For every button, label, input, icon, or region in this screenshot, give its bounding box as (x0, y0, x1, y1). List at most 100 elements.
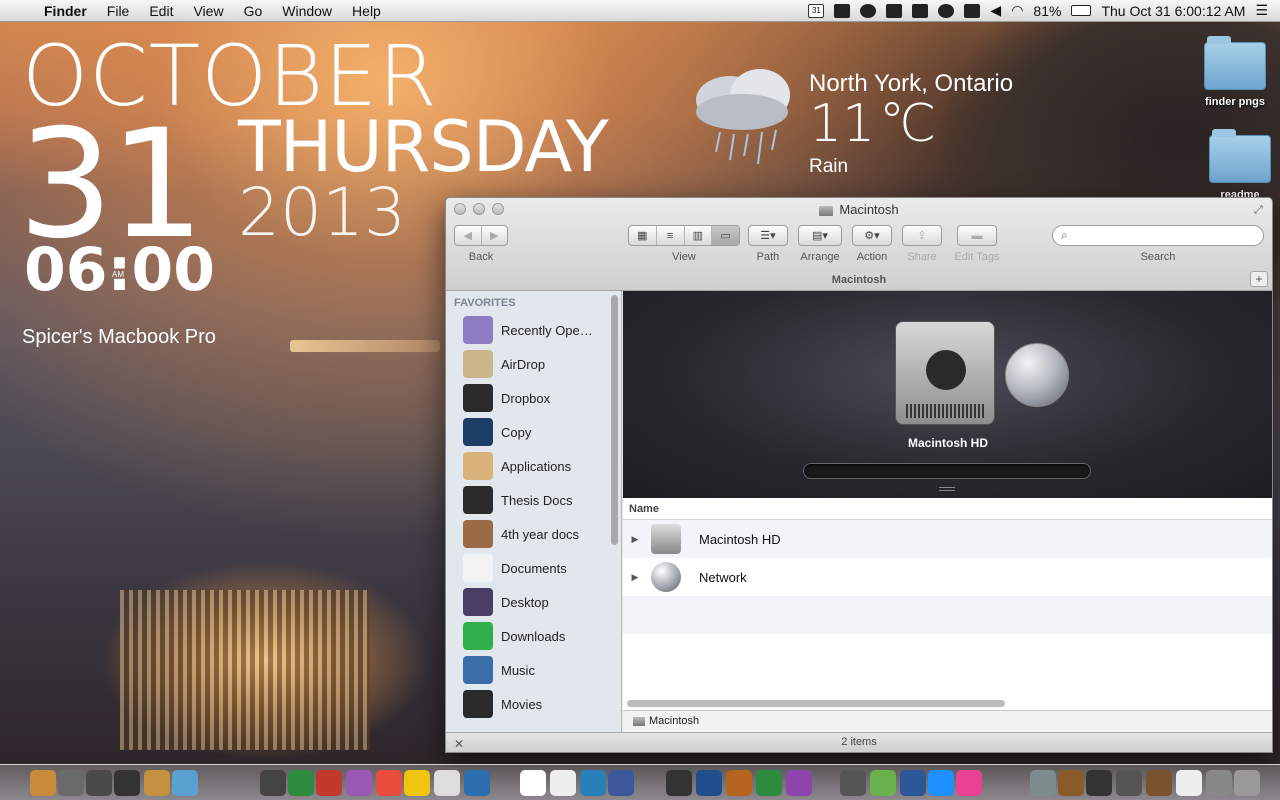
dock-app-icon[interactable] (58, 770, 84, 796)
sidebar-item-desktop[interactable]: Desktop (446, 585, 621, 619)
share-icon[interactable]: ⇪ (903, 226, 941, 245)
network-globe-icon[interactable] (1005, 343, 1069, 407)
dock-app-icon[interactable] (404, 770, 430, 796)
dock-app-icon[interactable] (288, 770, 314, 796)
path-button[interactable]: ☰▾ (749, 226, 787, 245)
user-icon[interactable] (964, 3, 981, 18)
sidebar-item-music[interactable]: Music (446, 653, 621, 687)
cover-flow-scrollbar[interactable] (803, 463, 1091, 479)
dock-app-icon[interactable] (30, 770, 56, 796)
dock-app-icon[interactable] (260, 770, 286, 796)
volume-icon[interactable]: ◀ (990, 2, 1001, 19)
gear-icon[interactable]: ⚙▾ (853, 226, 891, 245)
dock-app-icon[interactable] (1030, 770, 1056, 796)
dropbox-menu-icon[interactable] (834, 3, 851, 18)
dock-app-icon[interactable] (1234, 770, 1260, 796)
dock-app-icon[interactable] (550, 770, 576, 796)
dock-app-icon[interactable] (840, 770, 866, 796)
desktop-folder-readme[interactable]: readme (1200, 129, 1280, 201)
dock-app-icon[interactable] (666, 770, 692, 796)
dock-app-icon[interactable] (726, 770, 752, 796)
dock-app-icon[interactable] (144, 770, 170, 796)
battery-percent[interactable]: 81% (1033, 3, 1061, 19)
icon-view-icon[interactable]: ▦ (629, 226, 657, 245)
dock-app-icon[interactable] (900, 770, 926, 796)
wifi-icon[interactable]: ◠ (1011, 2, 1023, 19)
sidebar-scrollbar[interactable] (611, 295, 618, 545)
sidebar-item-airdrop[interactable]: AirDrop (446, 347, 621, 381)
sidebar-item-downloads[interactable]: Downloads (446, 619, 621, 653)
menu-view[interactable]: View (183, 3, 233, 19)
dock-app-icon[interactable] (376, 770, 402, 796)
menu-extras: 31 ◀ ◠ 81% Thu Oct 31 6:00:12 AM ☰ (808, 2, 1280, 19)
dock-app-icon[interactable] (870, 770, 896, 796)
dock-app-icon[interactable] (346, 770, 372, 796)
dock-app-icon[interactable] (464, 770, 490, 796)
disclosure-triangle-icon[interactable]: ▶ (623, 572, 647, 583)
dock-app-icon[interactable] (1176, 770, 1202, 796)
sidebar-item-briefcase[interactable]: Thesis Docs (446, 483, 621, 517)
dock-app-icon[interactable] (608, 770, 634, 796)
wrench-icon[interactable]: ✕ (454, 735, 464, 752)
menu-edit[interactable]: Edit (139, 3, 183, 19)
dock-app-icon[interactable] (928, 770, 954, 796)
sidebar-item-copy[interactable]: Copy (446, 415, 621, 449)
dock-app-icon[interactable] (520, 770, 546, 796)
dock-app-icon[interactable] (956, 770, 982, 796)
notification-center-icon[interactable]: ☰ (1255, 2, 1268, 19)
list-view-icon[interactable]: ≡ (657, 226, 685, 245)
sidebar-item-recent[interactable]: Recently Ope… (446, 313, 621, 347)
dock-app-icon[interactable] (172, 770, 198, 796)
dock-app-icon[interactable] (1206, 770, 1232, 796)
bookmark-icon[interactable] (912, 3, 929, 18)
menu-clock[interactable]: Thu Oct 31 6:00:12 AM (1101, 3, 1245, 19)
menu-window[interactable]: Window (272, 3, 342, 19)
sidebar-item-movies[interactable]: Movies (446, 687, 621, 721)
copy-menu-icon[interactable] (886, 3, 903, 18)
new-tab-button[interactable]: + (1250, 271, 1268, 287)
list-row[interactable]: ▶ Macintosh HD (623, 520, 1272, 558)
dock-app-icon[interactable] (114, 770, 140, 796)
dock-app-icon[interactable] (1058, 770, 1084, 796)
dock-app-icon[interactable] (786, 770, 812, 796)
menu-app-finder[interactable]: Finder (40, 3, 97, 19)
dock-app-icon[interactable] (434, 770, 460, 796)
sidebar-item-document[interactable]: Documents (446, 551, 621, 585)
cover-flow[interactable]: Macintosh HD (623, 291, 1272, 498)
dock-app-icon[interactable] (1086, 770, 1112, 796)
horizontal-scrollbar[interactable] (627, 700, 1005, 707)
path-footer-text[interactable]: Macintosh (649, 715, 699, 727)
arrange-button[interactable]: ▤▾ (799, 226, 841, 245)
sidebar-item-books[interactable]: 4th year docs (446, 517, 621, 551)
dock-app-icon[interactable] (1116, 770, 1142, 796)
sidebar-item-dropbox[interactable]: Dropbox (446, 381, 621, 415)
battery-icon[interactable] (1071, 5, 1092, 16)
path-control: ☰▾ Path (748, 225, 788, 263)
dock-app-icon[interactable] (756, 770, 782, 796)
fullscreen-icon[interactable]: ⤢ (1254, 204, 1266, 216)
menu-help[interactable]: Help (342, 3, 391, 19)
desktop-folder-finder-pngs[interactable]: finder pngs (1195, 36, 1275, 108)
tag-icon[interactable]: ▬ (958, 226, 996, 245)
disclosure-triangle-icon[interactable]: ▶ (623, 534, 647, 545)
forward-button[interactable]: ▶ (482, 226, 508, 245)
caffeine-icon[interactable] (860, 3, 877, 18)
dock-app-icon[interactable] (580, 770, 606, 796)
resize-grip[interactable] (939, 487, 955, 491)
menu-file[interactable]: File (97, 3, 140, 19)
dock-app-icon[interactable] (86, 770, 112, 796)
dock-app-icon[interactable] (316, 770, 342, 796)
search-input[interactable]: ⌕ (1052, 225, 1264, 246)
coverflow-view-icon[interactable]: ▭ (712, 226, 739, 245)
hat-icon[interactable] (938, 3, 955, 18)
menu-go[interactable]: Go (234, 3, 273, 19)
list-row[interactable]: ▶ Network (623, 558, 1272, 596)
dock-app-icon[interactable] (1146, 770, 1172, 796)
sidebar-item-applications[interactable]: Applications (446, 449, 621, 483)
column-header-name[interactable]: Name (623, 498, 1272, 520)
column-view-icon[interactable]: ▥ (685, 226, 713, 245)
back-button[interactable]: ◀ (455, 226, 482, 245)
dock-app-icon[interactable] (696, 770, 722, 796)
calendar-icon[interactable]: 31 (808, 3, 825, 18)
hard-drive-icon[interactable] (895, 321, 995, 425)
